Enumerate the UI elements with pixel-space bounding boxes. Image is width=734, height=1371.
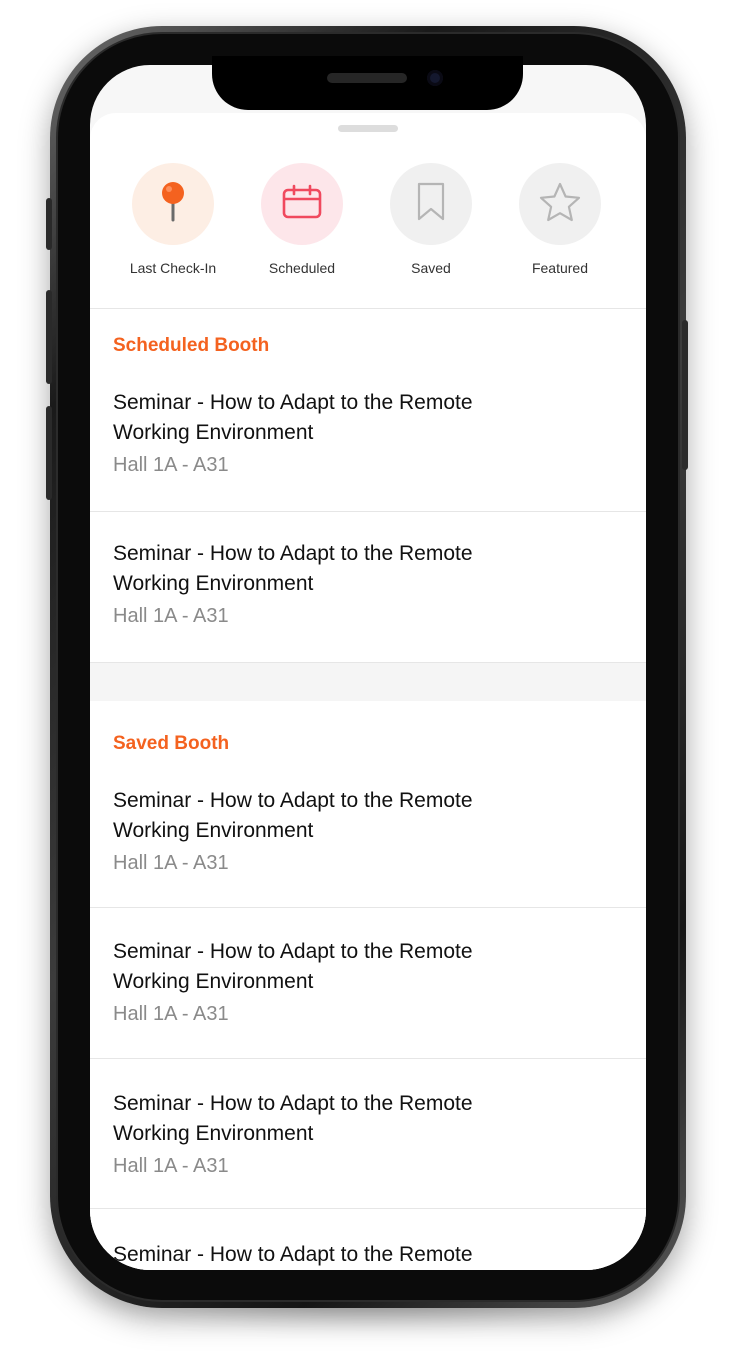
quick-action-label: Scheduled <box>268 260 336 276</box>
speaker-grille <box>327 73 407 83</box>
calendar-icon <box>282 184 322 225</box>
quick-actions: Last Check-In Scheduled Saved Featured <box>90 163 646 293</box>
booth-title: Seminar - How to Adapt to the Remote Wor… <box>113 391 473 444</box>
quick-action-circle <box>261 163 343 245</box>
booth-title: Seminar - How to Adapt to the Remote Wor… <box>113 789 473 842</box>
pin-icon <box>158 180 188 229</box>
sheet-drag-handle[interactable] <box>338 125 398 132</box>
section-title: Saved Booth <box>113 733 230 754</box>
quick-action-scheduled[interactable]: Scheduled <box>237 163 367 283</box>
quick-action-circle <box>390 163 472 245</box>
quick-action-circle <box>519 163 601 245</box>
section-separator <box>90 663 646 701</box>
quick-action-label: Saved <box>411 260 451 276</box>
quick-action-last-check-in[interactable]: Last Check-In <box>108 163 238 283</box>
quick-action-label: Featured <box>531 260 589 276</box>
booth-title: Seminar - How to Adapt to the Remote Wor… <box>113 542 473 595</box>
list-item[interactable]: Seminar - How to Adapt to the Remote Wor… <box>90 786 646 910</box>
quick-action-circle <box>132 163 214 245</box>
volume-down-button <box>46 406 52 500</box>
bottom-sheet: Last Check-In Scheduled Saved Featured S… <box>90 113 646 1270</box>
booth-location: Hall 1A - A31 <box>113 1003 229 1025</box>
divider <box>90 511 646 512</box>
saved-booth-section: Saved Booth Seminar - How to Adapt to th… <box>90 701 646 1270</box>
notch <box>212 56 523 110</box>
quick-action-label: Last Check-In <box>129 260 217 276</box>
list-item[interactable]: Seminar - How to Adapt to the Remote Wor… <box>90 539 646 663</box>
quick-action-featured[interactable]: Featured <box>495 163 625 283</box>
screen: Last Check-In Scheduled Saved Featured S… <box>90 65 646 1270</box>
booth-title: Seminar - How to Adapt to the Remote Wor… <box>113 940 473 993</box>
star-icon <box>539 182 581 227</box>
silent-switch <box>46 198 52 250</box>
booth-title: Seminar - How to Adapt to the Remote Wor… <box>113 1092 473 1145</box>
list-item[interactable]: Seminar - How to Adapt to the Remote Wor… <box>90 937 646 1061</box>
booth-location: Hall 1A - A31 <box>113 454 229 476</box>
scheduled-booth-section: Scheduled Booth Seminar - How to Adapt t… <box>90 309 646 663</box>
front-camera <box>427 70 443 86</box>
divider <box>90 1058 646 1059</box>
power-button <box>682 320 688 470</box>
divider <box>90 1208 646 1209</box>
section-title: Scheduled Booth <box>113 335 270 356</box>
booth-title: Seminar - How to Adapt to the Remote <box>113 1243 473 1266</box>
bookmark-icon <box>416 182 446 227</box>
booth-location: Hall 1A - A31 <box>113 1155 229 1177</box>
booth-location: Hall 1A - A31 <box>113 852 229 874</box>
divider <box>90 907 646 908</box>
device-mockup: Last Check-In Scheduled Saved Featured S… <box>0 0 734 1371</box>
list-item[interactable]: Seminar - How to Adapt to the Remote Wor… <box>90 1089 646 1213</box>
list-item[interactable]: Seminar - How to Adapt to the Remote <box>90 1240 646 1270</box>
list-item[interactable]: Seminar - How to Adapt to the Remote Wor… <box>90 388 646 512</box>
volume-up-button <box>46 290 52 384</box>
quick-action-saved[interactable]: Saved <box>366 163 496 283</box>
booth-location: Hall 1A - A31 <box>113 605 229 627</box>
